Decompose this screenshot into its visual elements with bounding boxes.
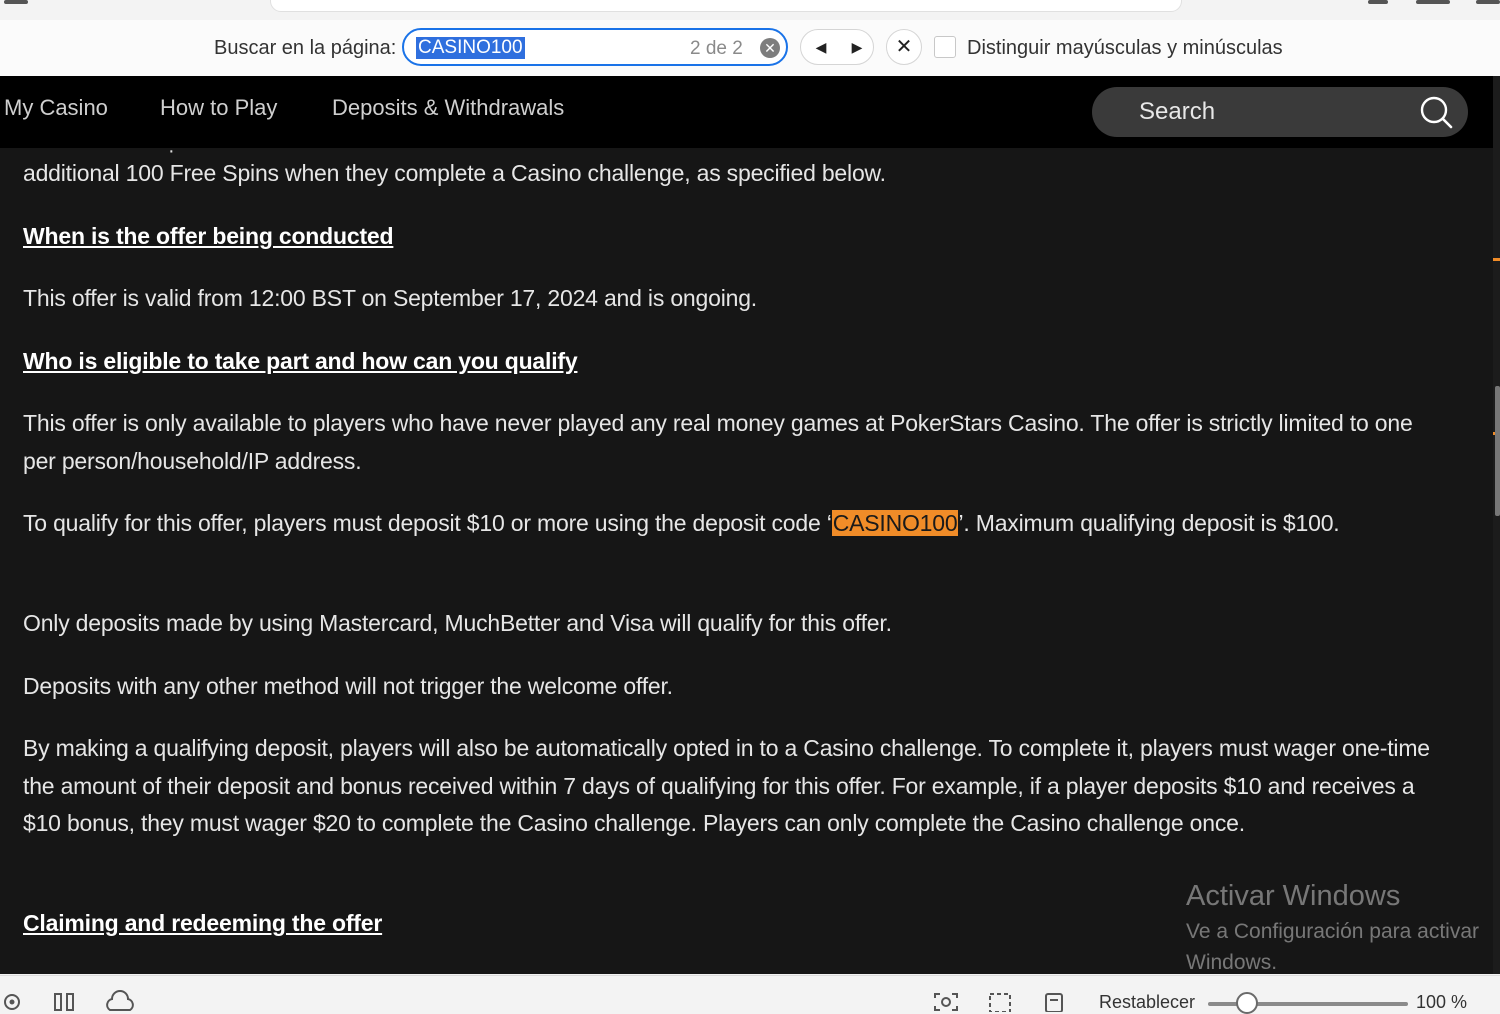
watermark-title: Activar Windows [1186,880,1401,912]
address-bar[interactable] [270,0,1182,12]
heading-when: When is the offer being conducted [23,223,394,249]
site-search-box[interactable]: Search [1092,87,1468,137]
reset-zoom-button[interactable]: Restablecer [1099,992,1195,1013]
scroll-thumb[interactable] [1495,386,1500,516]
qualify-text-before: To qualify for this offer, players must … [23,510,832,536]
qualify-text-after: ’. Maximum qualifying deposit is $100. [958,510,1340,536]
screenshot-icon[interactable] [932,990,960,1012]
article-content: · additional 100 Free Spins when they co… [0,148,1493,974]
nav-link-deposits-withdrawals[interactable]: Deposits & Withdrawals [332,95,564,121]
status-bar: Restablecer 100 % [0,975,1500,1014]
panels-icon[interactable] [52,990,78,1012]
zoom-reset-icon[interactable] [1040,990,1070,1012]
page-fit-icon[interactable] [984,990,1016,1012]
toolbar-icon[interactable] [4,0,28,4]
zoom-level: 100 % [1416,992,1468,1012]
paragraph-qualify: To qualify for this offer, players must … [23,505,1443,543]
watermark-line-2: Windows. [1186,951,1278,974]
find-input[interactable]: CASINO100 2 de 2 ✕ [402,28,788,66]
find-match-count: 2 de 2 [690,38,743,59]
paragraph-intro: additional 100 Free Spins when they comp… [23,160,886,186]
search-highlight: CASINO100 [831,510,959,536]
scrollbar[interactable] [1493,76,1500,974]
site-nav: My Casino How to Play Deposits & Withdra… [0,76,1496,148]
search-icon[interactable] [1418,94,1454,130]
toolbar-icon[interactable] [1368,0,1388,4]
clear-icon[interactable]: ✕ [760,38,780,58]
match-case-label: Distinguir mayúsculas y minúsculas [967,37,1283,59]
toolbar-icon[interactable] [1476,0,1500,4]
paragraph-who: This offer is only available to players … [23,410,1413,474]
cloud-icon[interactable] [104,990,136,1012]
paragraph-challenge: By making a qualifying deposit, players … [23,735,1430,836]
scroll-match-marker [1493,258,1500,261]
nav-link-how-to-play[interactable]: How to Play [160,95,277,121]
close-find-icon[interactable]: ✕ [886,29,922,65]
paragraph-when: This offer is valid from 12:00 BST on Se… [23,285,757,311]
match-case-checkbox[interactable] [934,36,956,58]
find-bar: Buscar en la página: CASINO100 2 de 2 ✕ … [0,20,1500,77]
find-nav-group: ◀ ▶ [800,29,874,65]
paragraph-other-methods: Deposits with any other method will not … [23,673,673,699]
find-label: Buscar en la página: [214,37,397,59]
nav-link-my-casino[interactable]: My Casino [4,95,108,121]
previous-match-icon[interactable]: ◀ [803,30,839,64]
paragraph-methods: Only deposits made by using Mastercard, … [23,610,892,636]
browser-toolbar [0,0,1500,20]
find-query-text[interactable]: CASINO100 [416,37,525,59]
site-search-label: Search [1139,98,1216,125]
heading-who: Who is eligible to take part and how can… [23,348,578,374]
toolbar-icon[interactable] [1416,0,1450,4]
watermark-line-1: Ve a Configuración para activar [1186,920,1480,943]
gear-icon[interactable] [0,990,24,1012]
next-match-icon[interactable]: ▶ [839,30,875,64]
